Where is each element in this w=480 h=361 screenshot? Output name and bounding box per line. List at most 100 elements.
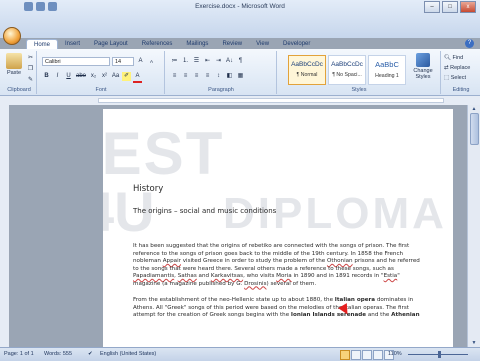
ruler-track [98, 98, 444, 103]
line-spacing-icon[interactable]: ↕ [214, 72, 223, 81]
show-formatting-icon[interactable]: ¶ [236, 57, 245, 66]
editing-group: 🔍︎ Find ⇄ Replace ⬚ Select Editing [442, 51, 480, 94]
language-status[interactable]: English (United States) [100, 351, 156, 357]
select-button[interactable]: ⬚ Select [444, 75, 466, 81]
document-page[interactable]: TEST 4U DIPLOMA History The origins – so… [103, 109, 453, 347]
select-label: Select [450, 75, 467, 81]
spelling-icon[interactable]: ✔ [88, 351, 93, 357]
increase-indent-icon[interactable]: ⇥ [214, 57, 223, 66]
bold-text: Italian opera [334, 297, 376, 303]
minimize-button[interactable]: – [424, 1, 440, 13]
style-name: ¶ No Spaci... [332, 72, 362, 78]
change-case-button[interactable]: Aa [111, 72, 120, 81]
align-left-icon[interactable]: ≡ [170, 72, 179, 81]
word-count[interactable]: Words: 555 [44, 351, 72, 357]
sort-icon[interactable]: A↓ [225, 57, 234, 66]
change-styles-icon [416, 53, 430, 67]
text-run: , who visits [243, 273, 277, 279]
italic-button[interactable]: I [53, 72, 62, 81]
strikethrough-button[interactable]: abe [75, 72, 87, 81]
misspelled-word: Sathas [177, 273, 197, 279]
window-controls: – □ x [424, 1, 476, 13]
underline-button[interactable]: U [64, 72, 73, 81]
shading-icon[interactable]: ◧ [225, 72, 234, 81]
text-run: visited Greece in order to study the pro… [180, 258, 327, 264]
font-color-button[interactable]: A [133, 72, 142, 83]
font-grow-shrink: A A [136, 57, 156, 66]
find-button[interactable]: 🔍︎ Find [444, 55, 463, 61]
status-bar: Page: 1 of 1 Words: 555 ✔ English (Unite… [0, 347, 480, 361]
text-run: From the establishment of the neo-Hellen… [133, 297, 335, 303]
text-run: in 1890 and in 1891 records in " [291, 273, 384, 279]
paste-button[interactable]: Paste [4, 53, 24, 76]
font-format-buttons: B I U abe x₂ x² Aa ✐ A [42, 72, 142, 83]
bullets-icon[interactable]: ≔ [170, 57, 179, 66]
font-label: Font [95, 87, 107, 93]
vertical-scrollbar[interactable]: ▲ ▼ [467, 105, 480, 347]
subscript-button[interactable]: x₂ [89, 72, 98, 81]
format-painter-icon[interactable]: ✎ [26, 76, 35, 85]
decrease-indent-icon[interactable]: ⇤ [203, 57, 212, 66]
font-name-combo[interactable]: Calibri [42, 57, 110, 66]
find-icon: 🔍︎ [444, 55, 451, 61]
scroll-down-icon[interactable]: ▼ [468, 339, 480, 347]
superscript-button[interactable]: x² [100, 72, 109, 81]
style-heading-1[interactable]: AaBbC Heading 1 [368, 55, 406, 85]
full-screen-reading-icon[interactable] [351, 350, 361, 360]
styles-group: AaBbCcDc ¶ Normal AaBbCcDc ¶ No Spaci...… [278, 51, 441, 94]
misspelled-word: Othonian [326, 258, 353, 264]
view-buttons [340, 350, 394, 360]
clipboard-label: Clipboard [7, 87, 31, 93]
misspelled-word: Moria [276, 273, 292, 279]
style-name: ¶ Normal [296, 72, 318, 78]
shrink-font-icon[interactable]: A [147, 57, 156, 66]
numbering-icon[interactable]: ⒈ [181, 57, 190, 66]
doc-heading: History [133, 184, 164, 194]
select-icon: ⬚ [444, 75, 450, 81]
replace-button[interactable]: ⇄ Replace [444, 65, 470, 71]
close-button[interactable]: x [460, 1, 476, 13]
misspelled-word: Drosinis [244, 280, 267, 287]
bold-text: Ionian Islands serenade [290, 312, 367, 318]
misspelled-word: Appair [162, 258, 181, 264]
paragraph-label: Paragraph [208, 87, 234, 93]
maximize-button[interactable]: □ [442, 1, 458, 13]
scroll-thumb[interactable] [470, 113, 479, 145]
justify-icon[interactable]: ≡ [203, 72, 212, 81]
cut-icon[interactable]: ✂ [26, 54, 35, 63]
change-styles-button[interactable]: Change Styles [410, 53, 436, 80]
find-label: Find [452, 55, 464, 61]
style-sample: AaBbCcDc [331, 61, 363, 68]
font-size-combo[interactable]: 14 [112, 57, 134, 66]
document-workspace: TEST 4U DIPLOMA History The origins – so… [9, 105, 468, 347]
scroll-up-icon[interactable]: ▲ [468, 105, 480, 113]
misspelled-word: Papadiamantis [133, 273, 175, 279]
style-no-spacing[interactable]: AaBbCcDc ¶ No Spaci... [328, 55, 366, 85]
style-normal[interactable]: AaBbCcDc ¶ Normal [288, 55, 326, 85]
outline-icon[interactable] [373, 350, 383, 360]
style-sample: AaBbC [375, 60, 399, 69]
page-count[interactable]: Page: 1 of 1 [4, 351, 34, 357]
help-icon[interactable]: ? [465, 39, 474, 48]
zoom-level[interactable]: 110% [388, 351, 402, 357]
copy-icon[interactable]: ❐ [26, 65, 35, 74]
highlight-icon[interactable]: ✐ [122, 72, 131, 81]
multilevel-list-icon[interactable]: ☰ [192, 57, 201, 66]
paragraph-group: ≔ ⒈ ☰ ⇤ ⇥ A↓ ¶ ≡ ≡ ≡ ≡ ↕ ◧ ▦ Paragraph [166, 51, 277, 94]
align-center-icon[interactable]: ≡ [181, 72, 190, 81]
office-button[interactable] [3, 27, 21, 45]
align-right-icon[interactable]: ≡ [192, 72, 201, 81]
style-sample: AaBbCcDc [291, 61, 323, 68]
doc-paragraph-1: It has been suggested that the origins o… [133, 243, 425, 288]
text-run: ) several of them. [266, 280, 317, 287]
replace-icon: ⇄ [444, 65, 449, 71]
font-group: Calibri 14 A A B I U abe x₂ x² Aa ✐ A Fo… [38, 51, 165, 94]
borders-icon[interactable]: ▦ [236, 72, 245, 81]
print-layout-icon[interactable] [340, 350, 350, 360]
clipboard-group: Paste ✂ ❐ ✎ Clipboard [2, 51, 37, 94]
bold-button[interactable]: B [42, 72, 51, 81]
web-layout-icon[interactable] [362, 350, 372, 360]
paste-label: Paste [6, 70, 22, 76]
zoom-slider-knob[interactable] [437, 351, 441, 358]
grow-font-icon[interactable]: A [136, 57, 145, 66]
